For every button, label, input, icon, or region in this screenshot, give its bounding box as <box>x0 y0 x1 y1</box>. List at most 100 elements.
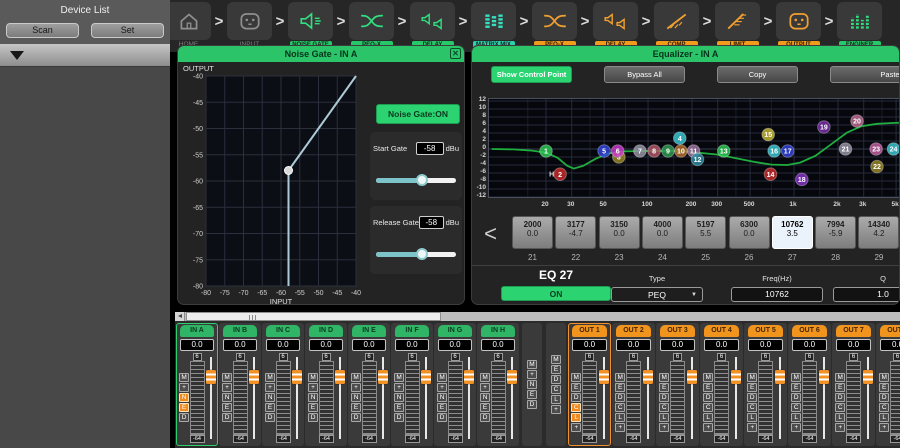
process-toggle-D[interactable]: D <box>551 375 561 384</box>
device-dropdown[interactable] <box>0 44 170 67</box>
process-toggle-+[interactable]: + <box>879 423 889 432</box>
show-control-point-button[interactable]: Show Control Point <box>491 66 572 83</box>
process-toggle-L[interactable]: L <box>615 413 625 422</box>
channel-tab[interactable]: IN F <box>395 325 429 337</box>
fader-handle[interactable] <box>421 370 431 384</box>
channel-gain-value[interactable]: 0.0 <box>266 339 300 351</box>
process-toggle-+[interactable]: + <box>615 423 625 432</box>
fader-track[interactable] <box>774 353 785 443</box>
fader-track[interactable] <box>642 353 653 443</box>
channel-strip-in-a[interactable]: IN A0.0M+NED6-64 <box>176 323 218 446</box>
toolbar-item-enginer[interactable]: ENGINER <box>837 2 882 49</box>
fader-track[interactable] <box>463 353 474 443</box>
release-gate-slider-handle[interactable] <box>416 248 428 260</box>
channel-tab[interactable]: OUT 5 <box>748 325 783 337</box>
channel-tab[interactable]: IN C <box>266 325 300 337</box>
channel-tab[interactable]: OUT 7 <box>836 325 871 337</box>
process-toggle-C[interactable]: C <box>879 403 889 412</box>
channel-strip-out-6[interactable]: OUT 60.0MEDCL+6-64 <box>788 323 831 446</box>
process-toggle-+[interactable]: + <box>222 383 232 392</box>
process-toggle-C[interactable]: C <box>703 403 713 412</box>
process-toggle-C[interactable]: C <box>747 403 757 412</box>
process-toggle-E[interactable]: E <box>659 383 669 392</box>
toolbar-item-matrix-mix[interactable]: MATRIX MIX <box>471 2 516 49</box>
channel-strip-in-c[interactable]: IN C0.0M+NED6-64 <box>262 323 304 446</box>
process-toggle-L[interactable]: L <box>703 413 713 422</box>
process-toggle-D[interactable]: D <box>527 400 537 409</box>
process-toggle-C[interactable]: C <box>615 403 625 412</box>
fader-track[interactable] <box>598 353 609 443</box>
paste-button[interactable]: Paste <box>830 66 900 83</box>
process-toggle-+[interactable]: + <box>659 423 669 432</box>
process-toggle-E[interactable]: E <box>703 383 713 392</box>
process-toggle-M[interactable]: M <box>703 373 713 382</box>
eq-type-dropdown[interactable]: PEQ ▼ <box>611 287 703 302</box>
freq-input[interactable]: 10762 <box>731 287 823 302</box>
channel-tab[interactable]: IN B <box>223 325 257 337</box>
process-toggle-M[interactable]: M <box>835 373 845 382</box>
process-toggle-E[interactable]: E <box>480 403 490 412</box>
fader-track[interactable] <box>862 353 873 443</box>
process-toggle-C[interactable]: C <box>551 385 561 394</box>
channel-tab[interactable]: IN D <box>309 325 343 337</box>
channel-strip-in-f[interactable]: IN F0.0M+NED6-64 <box>391 323 433 446</box>
fader-handle[interactable] <box>775 370 785 384</box>
channel-strip-out-7[interactable]: OUT 70.0MEDCL+6-64 <box>832 323 875 446</box>
channel-tab[interactable]: OUT 4 <box>704 325 739 337</box>
set-button[interactable]: Set <box>91 23 164 38</box>
process-toggle-N[interactable]: N <box>351 393 361 402</box>
process-toggle-C[interactable]: C <box>835 403 845 412</box>
process-toggle-E[interactable]: E <box>615 383 625 392</box>
process-toggle-N[interactable]: N <box>308 393 318 402</box>
channel-gain-value[interactable]: 0.0 <box>395 339 429 351</box>
channel-strip-out-2[interactable]: OUT 20.0MEDCL+6-64 <box>612 323 655 446</box>
process-toggle-E[interactable]: E <box>308 403 318 412</box>
process-toggle-L[interactable]: L <box>879 413 889 422</box>
fader-track[interactable] <box>334 353 345 443</box>
fader-handle[interactable] <box>643 370 653 384</box>
fader-track[interactable] <box>205 353 216 443</box>
process-toggle-D[interactable]: D <box>791 393 801 402</box>
eq-band-cell-27[interactable]: 107623.5 <box>772 216 813 249</box>
process-toggle-L[interactable]: L <box>571 413 581 422</box>
process-toggle-+[interactable]: + <box>551 405 561 414</box>
fader-handle[interactable] <box>731 370 741 384</box>
process-toggle-+[interactable]: + <box>351 383 361 392</box>
channel-gain-value[interactable]: 0.0 <box>836 339 871 351</box>
process-toggle-L[interactable]: L <box>835 413 845 422</box>
channel-strip-in-h[interactable]: IN H0.0M+NED6-64 <box>477 323 519 446</box>
process-toggle-N[interactable]: N <box>179 393 189 402</box>
process-toggle-E[interactable]: E <box>835 383 845 392</box>
channel-strip-out-5[interactable]: OUT 50.0MEDCL+6-64 <box>744 323 787 446</box>
eq-band-cell-25[interactable]: 51975.5 <box>685 216 726 249</box>
fader-handle[interactable] <box>819 370 829 384</box>
eq-band-cell-28[interactable]: 7994-5.9 <box>815 216 856 249</box>
channel-strip-out-1[interactable]: OUT 10.0MEDCL+6-64 <box>568 323 611 446</box>
process-toggle-C[interactable]: C <box>571 403 581 412</box>
meters-hscrollbar[interactable] <box>175 312 900 321</box>
fader-track[interactable] <box>730 353 741 443</box>
toolbar-item-noise-gate[interactable]: NOISE GATE <box>288 2 333 49</box>
process-toggle-M[interactable]: M <box>659 373 669 382</box>
process-toggle-D[interactable]: D <box>222 413 232 422</box>
process-toggle-L[interactable]: L <box>791 413 801 422</box>
process-toggle-L[interactable]: L <box>747 413 757 422</box>
process-toggle-N[interactable]: N <box>437 393 447 402</box>
process-toggle-M[interactable]: M <box>437 373 447 382</box>
toolbar-item-peq-x[interactable]: PEQ-X <box>532 2 577 49</box>
process-toggle-M[interactable]: M <box>615 373 625 382</box>
fader-track[interactable] <box>291 353 302 443</box>
channel-tab[interactable]: OUT 2 <box>616 325 651 337</box>
eq-response-graph[interactable]: 1H23456789101112131415161718192021222324 <box>489 99 900 198</box>
fader-handle[interactable] <box>335 370 345 384</box>
process-toggle-+[interactable]: + <box>747 423 757 432</box>
process-toggle-+[interactable]: + <box>571 423 581 432</box>
process-toggle-+[interactable]: + <box>437 383 447 392</box>
fader-track[interactable] <box>686 353 697 443</box>
fader-handle[interactable] <box>378 370 388 384</box>
channel-gain-value[interactable]: 0.0 <box>660 339 695 351</box>
toolbar-item-home[interactable]: HOME <box>166 2 211 48</box>
start-gate-slider[interactable] <box>376 174 456 186</box>
process-toggle-E[interactable]: E <box>394 403 404 412</box>
process-toggle-D[interactable]: D <box>480 413 490 422</box>
